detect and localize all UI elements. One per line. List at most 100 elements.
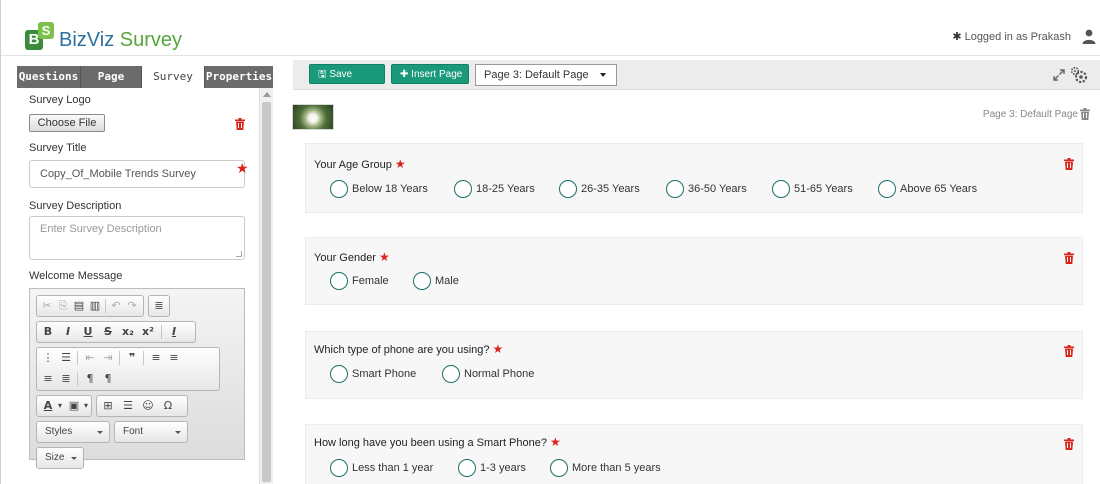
- strikethrough-icon[interactable]: S: [101, 325, 115, 339]
- superscript-icon[interactable]: x²: [141, 325, 155, 339]
- delete-logo-icon[interactable]: [235, 118, 245, 130]
- radio-button[interactable]: [442, 365, 460, 383]
- underline-icon[interactable]: U: [81, 325, 95, 339]
- tab-properties[interactable]: Properties: [205, 66, 273, 88]
- option-label: Male: [435, 275, 459, 287]
- question-title: Your Age Group ★: [314, 157, 406, 171]
- scroll-up-icon[interactable]: [263, 92, 271, 97]
- radio-button[interactable]: [330, 459, 348, 477]
- page-label: Page 3: Default Page: [982, 109, 1078, 120]
- question-text: Which type of phone are you using?: [314, 344, 490, 356]
- delete-page-icon[interactable]: [1080, 108, 1090, 120]
- tab-page[interactable]: Page: [81, 66, 142, 88]
- bold-icon[interactable]: B: [41, 325, 55, 339]
- formatting-group: B I U S x₂ x² I: [36, 321, 196, 343]
- bulleted-list-icon[interactable]: ☰: [59, 351, 73, 365]
- settings-icon[interactable]: [1069, 66, 1089, 84]
- separator: [105, 299, 106, 313]
- radio-button[interactable]: [666, 180, 684, 198]
- radio-button[interactable]: [454, 180, 472, 198]
- tab-survey[interactable]: Survey: [142, 66, 205, 88]
- question-text: Your Gender: [314, 252, 376, 264]
- numbered-list-icon[interactable]: ⋮: [41, 351, 55, 365]
- radio-button[interactable]: [550, 459, 568, 477]
- separator: [77, 372, 78, 386]
- delete-question-icon[interactable]: [1064, 158, 1074, 170]
- question-card[interactable]: Your Gender ★ Female Male: [305, 237, 1083, 305]
- required-star-icon: ★: [550, 435, 561, 449]
- paste-text-icon[interactable]: ▥: [88, 299, 102, 313]
- cut-icon[interactable]: ✂: [40, 299, 54, 313]
- smiley-icon[interactable]: ☺: [141, 399, 155, 413]
- save-button[interactable]: 🖫 Save: [309, 64, 385, 84]
- survey-settings: Survey Logo Choose File Survey Title Cop…: [17, 88, 259, 484]
- size-dropdown[interactable]: Size: [36, 447, 84, 469]
- radio-button[interactable]: [878, 180, 896, 198]
- user-icon[interactable]: [1081, 28, 1097, 44]
- resize-grip-icon[interactable]: [236, 251, 242, 257]
- radio-button[interactable]: [413, 272, 431, 290]
- survey-title-input[interactable]: Copy_Of_Mobile Trends Survey: [29, 160, 245, 188]
- app-window: B S BizViz Survey ✱ Logged in as Prakash …: [0, 0, 1100, 484]
- remove-format-icon[interactable]: I: [167, 325, 181, 339]
- properties-panel: Questions Page Survey Properties Survey …: [17, 66, 273, 484]
- outdent-icon[interactable]: ⇤: [83, 351, 97, 365]
- styles-label: Styles: [45, 426, 73, 437]
- rtl-icon[interactable]: ¶: [101, 372, 115, 386]
- page-select-value: Page 3: Default Page: [484, 69, 589, 81]
- ltr-icon[interactable]: ¶: [83, 372, 97, 386]
- source-group: ≣: [148, 295, 170, 317]
- copy-icon[interactable]: ⎘: [56, 299, 70, 313]
- question-card[interactable]: Which type of phone are you using? ★ Smar…: [305, 331, 1083, 399]
- option-label: Normal Phone: [464, 368, 535, 380]
- question-text: Your Age Group: [314, 159, 392, 171]
- undo-icon[interactable]: ↶: [109, 299, 123, 313]
- radio-button[interactable]: [330, 272, 348, 290]
- italic-icon[interactable]: I: [61, 325, 75, 339]
- delete-question-icon[interactable]: [1064, 345, 1074, 357]
- font-dropdown[interactable]: Font: [114, 421, 188, 443]
- styles-dropdown[interactable]: Styles: [36, 421, 110, 443]
- option-label: Female: [352, 275, 389, 287]
- radio-button[interactable]: [559, 180, 577, 198]
- radio-button[interactable]: [458, 459, 476, 477]
- justify-icon[interactable]: ≣: [59, 372, 73, 386]
- page-select[interactable]: Page 3: Default Page: [475, 64, 617, 86]
- background-color-caret-icon[interactable]: ▾: [79, 399, 93, 413]
- radio-button[interactable]: [772, 180, 790, 198]
- align-center-icon[interactable]: ≡: [167, 351, 181, 365]
- survey-description-textarea[interactable]: Enter Survey Description: [29, 216, 245, 260]
- option-label: Less than 1 year: [352, 462, 434, 474]
- tab-questions[interactable]: Questions: [17, 66, 81, 88]
- delete-question-icon[interactable]: [1064, 438, 1074, 450]
- expand-icon[interactable]: [1053, 69, 1065, 81]
- radio-button[interactable]: [330, 180, 348, 198]
- logo-letter-s: S: [38, 22, 54, 39]
- page-toolbar: 🖫 Save ✚ Insert Page Page 3: Default Pag…: [293, 60, 1100, 90]
- option-label: 18-25 Years: [476, 183, 535, 195]
- scroll-thumb[interactable]: [262, 102, 271, 482]
- subscript-icon[interactable]: x₂: [121, 325, 135, 339]
- redo-icon[interactable]: ↷: [125, 299, 139, 313]
- align-left-icon[interactable]: ≡: [149, 351, 163, 365]
- indent-icon[interactable]: ⇥: [101, 351, 115, 365]
- required-star-icon: ★: [394, 157, 406, 171]
- choose-file-button[interactable]: Choose File: [29, 114, 105, 132]
- question-card[interactable]: Your Age Group ★ Below 18 Years 18-25 Yea…: [305, 143, 1083, 213]
- blockquote-icon[interactable]: ❞: [125, 351, 139, 365]
- panel-scrollbar[interactable]: [259, 88, 273, 484]
- question-title: How long have you been using a Smart Pho…: [314, 435, 561, 449]
- horizontal-line-icon[interactable]: ☰: [121, 399, 135, 413]
- text-color-caret-icon[interactable]: ▾: [53, 399, 67, 413]
- delete-question-icon[interactable]: [1064, 252, 1074, 264]
- insert-page-button[interactable]: ✚ Insert Page: [391, 64, 469, 84]
- table-icon[interactable]: ⊞: [101, 399, 115, 413]
- align-right-icon[interactable]: ≡: [41, 372, 55, 386]
- special-character-icon[interactable]: Ω: [161, 399, 175, 413]
- option-label: Below 18 Years: [352, 183, 428, 195]
- welcome-message-label: Welcome Message: [29, 270, 123, 282]
- source-icon[interactable]: ≣: [152, 299, 166, 313]
- paste-icon[interactable]: ▤: [72, 299, 86, 313]
- radio-button[interactable]: [330, 365, 348, 383]
- question-card[interactable]: How long have you been using a Smart Pho…: [305, 424, 1083, 484]
